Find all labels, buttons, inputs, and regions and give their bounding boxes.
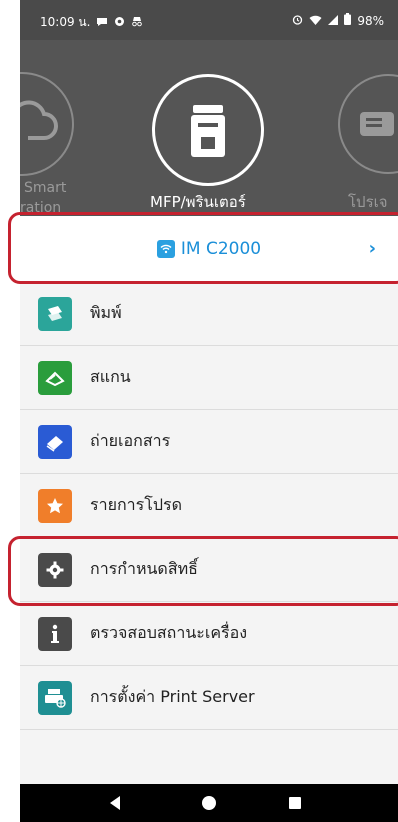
menu-label-print: พิมพ์	[90, 303, 122, 322]
phone-screen: 10:09 น. 98% Smart ration MFP/พรินเตอร์ …	[20, 0, 398, 822]
status-bar: 10:09 น. 98%	[20, 0, 398, 40]
android-nav-bar	[20, 784, 398, 822]
battery-percent: 98%	[357, 13, 384, 28]
menu-label-permissions: การกำหนดสิทธิ์	[90, 559, 198, 578]
settings-notification-icon	[114, 16, 125, 30]
menu-label-copy: ถ่ายเอกสาร	[90, 431, 171, 450]
device-type-carousel[interactable]: Smart ration MFP/พรินเตอร์ โปรเจ	[20, 40, 398, 216]
device-name: IM C2000	[180, 239, 262, 259]
menu-item-print[interactable]: พิมพ์	[20, 282, 398, 346]
menu-item-device-status[interactable]: ตรวจสอบสถานะเครื่อง	[20, 602, 398, 666]
copy-icon	[38, 424, 72, 459]
menu-item-permissions[interactable]: การกำหนดสิทธิ์	[20, 538, 398, 602]
print-server-icon	[38, 680, 72, 715]
signal-icon	[328, 14, 339, 28]
selected-device: IM C2000	[156, 239, 262, 259]
recents-square-icon	[289, 797, 301, 809]
scan-icon	[38, 360, 72, 395]
recents-button[interactable]	[286, 794, 304, 812]
info-icon	[38, 616, 72, 651]
menu-label-device-status: ตรวจสอบสถานะเครื่อง	[90, 623, 248, 642]
menu-label-scan: สแกน	[90, 367, 131, 386]
smart-integration-label-line1: Smart	[24, 180, 67, 196]
menu-item-copy[interactable]: ถ่ายเอกสาร	[20, 410, 398, 474]
menu-label-favorites: รายการโปรด	[90, 495, 182, 514]
home-circle-icon	[202, 796, 216, 810]
menu-item-favorites[interactable]: รายการโปรด	[20, 474, 398, 538]
menu-item-scan[interactable]: สแกน	[20, 346, 398, 410]
projector-icon	[360, 112, 394, 136]
back-button[interactable]	[106, 794, 124, 812]
mfp-printer-label: MFP/พรินเตอร์	[150, 193, 246, 211]
smart-integration-label-line2: ration	[20, 200, 62, 216]
status-left: 10:09 น.	[40, 13, 143, 32]
chat-icon	[96, 16, 108, 30]
wifi-icon	[156, 240, 175, 258]
print-icon	[38, 296, 72, 331]
alarm-icon	[292, 14, 303, 28]
mfp-printer-tab[interactable]	[152, 74, 264, 186]
incognito-icon	[131, 16, 143, 30]
gear-icon	[38, 552, 72, 587]
projector-tab[interactable]	[338, 74, 398, 174]
projector-label: โปรเจ	[348, 193, 388, 211]
cloud-icon	[20, 100, 58, 140]
status-right: 98%	[292, 13, 384, 28]
function-menu: พิมพ์ สแกน ถ่ายเอกสาร รายการโปรด การกำหน…	[20, 282, 398, 730]
smart-integration-tab[interactable]	[20, 72, 74, 176]
menu-label-print-server: การตั้งค่า Print Server	[90, 687, 255, 706]
back-triangle-icon	[110, 796, 120, 810]
selected-device-bar[interactable]: IM C2000 ›	[20, 216, 398, 283]
menu-item-print-server[interactable]: การตั้งค่า Print Server	[20, 666, 398, 730]
status-time: 10:09 น.	[40, 15, 91, 29]
battery-icon	[344, 13, 352, 28]
star-icon	[38, 488, 72, 523]
wifi-icon	[309, 14, 322, 28]
mfp-printer-icon	[191, 105, 225, 157]
home-button[interactable]	[200, 794, 218, 812]
chevron-right-icon: ›	[368, 238, 376, 259]
